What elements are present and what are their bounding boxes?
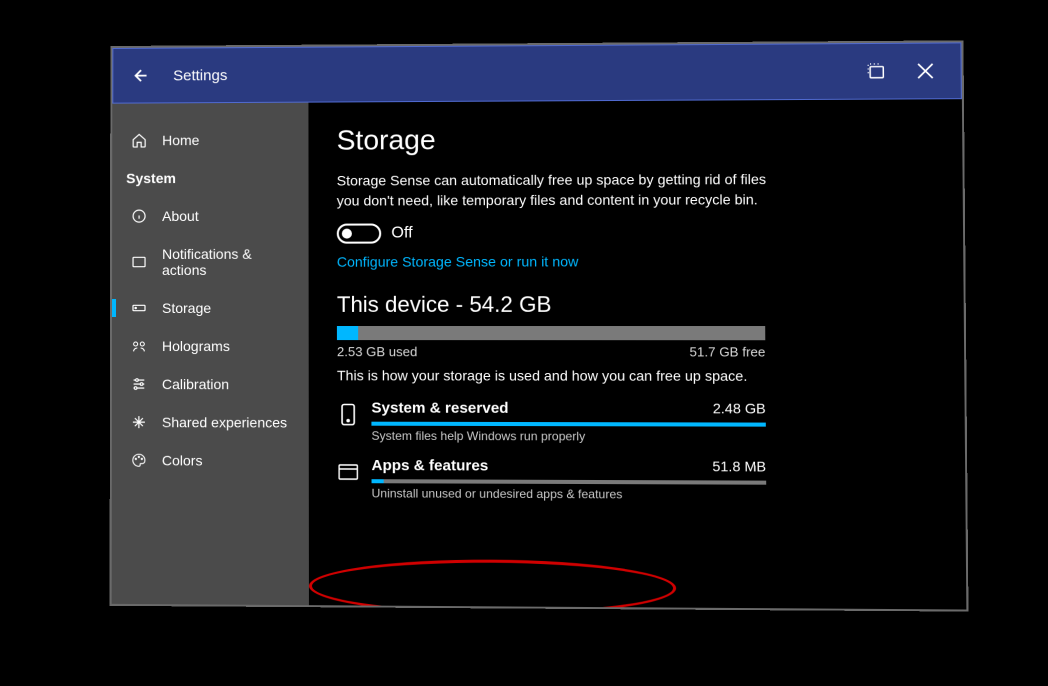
category-apps-features[interactable]: Apps & features 51.8 MB Uninstall unused… [337,456,766,501]
holograms-icon [130,338,148,354]
toggle-thumb [342,228,352,238]
used-label: 2.53 GB used [337,344,417,359]
info-icon [130,208,148,224]
notification-icon [130,254,148,270]
device-section-title: This device - 54.2 GB [337,291,935,318]
sidebar-item-home[interactable]: Home [112,121,308,160]
close-button[interactable] [905,51,947,92]
device-storage-bar [337,326,765,340]
sidebar-item-colors[interactable]: Colors [112,441,309,480]
category-bar [371,421,765,426]
sidebar-item-label: Notifications & actions [162,246,294,278]
sidebar-item-label: System [126,170,176,186]
sidebar-item-label: Colors [162,452,203,468]
storage-icon [130,300,148,316]
home-icon [130,132,148,148]
sidebar: Home System About Notifications & action… [112,103,309,606]
category-description: System files help Windows run properly [371,428,766,443]
follow-me-button[interactable] [855,51,897,92]
sidebar-item-about[interactable]: About [112,197,308,235]
sidebar-item-storage[interactable]: Storage [112,289,309,327]
storage-sense-toggle[interactable]: Off [337,222,934,243]
sidebar-item-notifications[interactable]: Notifications & actions [112,235,309,289]
main-content: Storage Storage Sense can automatically … [308,99,966,609]
sidebar-group-system: System [112,159,308,198]
apps-icon [337,458,359,484]
sliders-icon [130,376,148,392]
back-button[interactable] [127,64,151,88]
device-storage-legend: 2.53 GB used 51.7 GB free [337,344,765,359]
shared-icon [130,414,148,430]
window-title: Settings [173,67,227,84]
toggle-track[interactable] [337,223,381,243]
device-icon [337,401,359,427]
storage-sense-description: Storage Sense can automatically free up … [337,169,785,211]
page-title: Storage [337,122,934,157]
annotation-ellipse [309,559,676,610]
category-name: System & reserved [371,399,508,416]
category-bar [372,479,767,485]
follow-me-icon [864,61,887,81]
sidebar-item-label: Calibration [162,376,229,392]
toggle-label: Off [391,224,412,242]
configure-storage-link[interactable]: Configure Storage Sense or run it now [337,253,579,269]
category-size: 51.8 MB [712,458,766,474]
sidebar-item-label: Storage [162,300,211,316]
titlebar: Settings [112,42,962,103]
device-storage-fill [337,326,358,340]
sidebar-item-shared[interactable]: Shared experiences [112,403,309,442]
sidebar-item-calibration[interactable]: Calibration [112,365,309,403]
back-arrow-icon [128,65,150,87]
sidebar-item-holograms[interactable]: Holograms [112,327,309,365]
close-icon [916,62,935,80]
sidebar-item-label: About [162,208,199,224]
category-size: 2.48 GB [713,400,766,416]
category-system-reserved[interactable]: System & reserved 2.48 GB System files h… [337,399,766,444]
sidebar-item-label: Home [162,132,199,148]
palette-icon [130,452,148,468]
sidebar-item-label: Holograms [162,338,230,354]
category-name: Apps & features [371,457,488,475]
free-label: 51.7 GB free [689,344,765,359]
settings-window: Settings Home System [110,40,969,611]
category-description: Uninstall unused or undesired apps & fea… [372,486,767,502]
sidebar-item-label: Shared experiences [162,414,287,430]
breakdown-intro: This is how your storage is used and how… [337,367,935,384]
